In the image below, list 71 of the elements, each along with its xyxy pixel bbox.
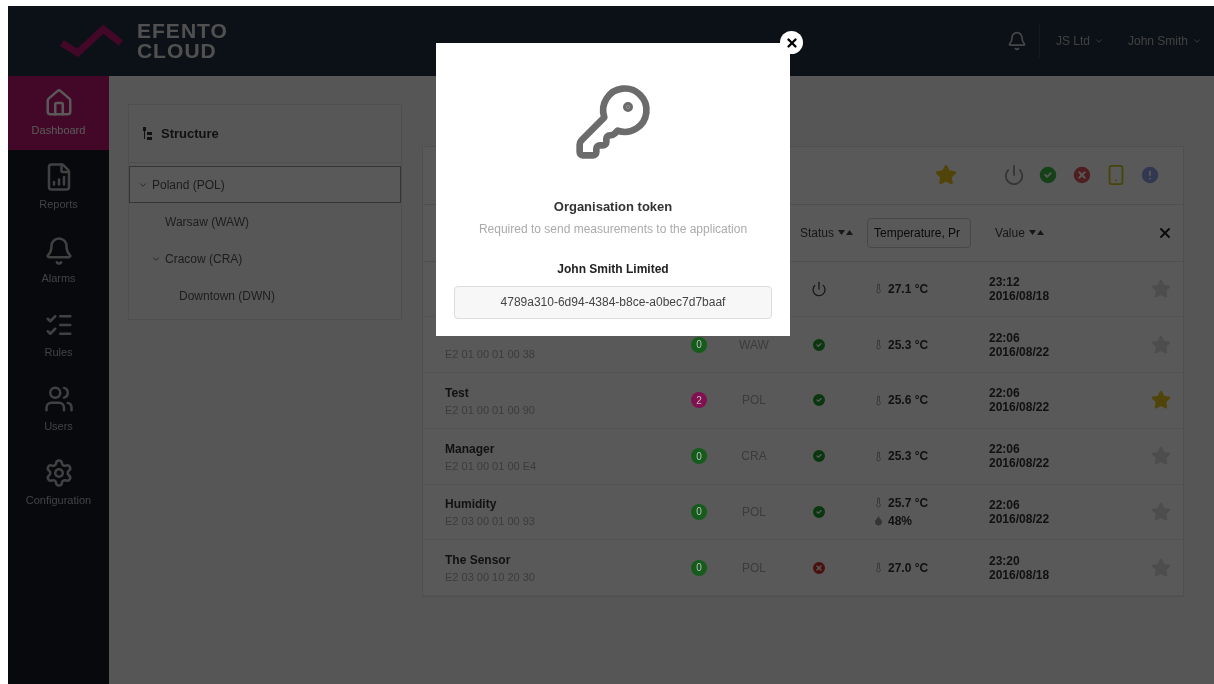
thermometer-icon [873, 283, 884, 295]
filter-field[interactable]: Temperature, Pr [867, 217, 972, 248]
alarm-count: 0 [691, 336, 707, 353]
notification-icon[interactable] [1006, 30, 1027, 52]
sort-icon [1028, 229, 1044, 236]
token-field[interactable]: 4789a310-6d94-4384-b8ce-a0bec7d7baaf [454, 285, 772, 319]
column-header[interactable]: Status [800, 223, 854, 242]
time: 22:06 [989, 497, 1021, 512]
time: 22:06 [989, 442, 1021, 457]
column-header[interactable]: Value [995, 223, 1044, 242]
star-icon[interactable] [935, 164, 957, 187]
alarm-count: 0 [691, 448, 707, 465]
date: 2016/08/22 [989, 344, 1051, 359]
measurement-value: 25.3 °C [888, 448, 929, 466]
measurement-value: 25.3 °C [888, 336, 929, 354]
logo-text: CLOUD [136, 41, 218, 61]
tree-item[interactable]: Warsaw (WAW) [129, 203, 401, 240]
thermometer-icon [873, 394, 884, 406]
measurement-value: 27.1 °C [888, 280, 929, 298]
droplet-icon [873, 515, 884, 527]
chevron-icon [1093, 36, 1104, 46]
thermometer-icon [873, 339, 884, 351]
thermometer-icon [873, 497, 884, 509]
measurement-value: 27.0 °C [888, 559, 929, 577]
alarm-count: 0 [691, 559, 707, 576]
measurement-value: 48% [888, 512, 913, 530]
check-icon [811, 336, 827, 353]
hierarchy-icon [143, 126, 153, 141]
check-icon [811, 448, 827, 465]
settings-icon [43, 457, 74, 488]
device-name: The Sensor [445, 552, 512, 570]
home-icon [43, 87, 74, 118]
check-icon[interactable] [1037, 164, 1059, 187]
sort-icon [838, 229, 854, 236]
date: 2016/08/22 [989, 456, 1051, 471]
date: 2016/08/18 [989, 567, 1051, 582]
device-name: Humidity [445, 496, 498, 514]
panel-title: Structure [161, 124, 219, 143]
nav-item[interactable]: Dashboard [8, 76, 109, 150]
measurement-value: 25.7 °C [888, 494, 929, 512]
measurement-value: 25.6 °C [888, 392, 929, 410]
tree-item[interactable]: Downtown (DWN) [129, 277, 401, 314]
device-name: Test [445, 384, 470, 402]
logo-text: EFENTO [136, 21, 228, 41]
favorite-star-icon[interactable] [1151, 390, 1171, 411]
alarm-count: 0 [691, 503, 707, 520]
dialog-title: Organisation token [553, 198, 673, 216]
organisation-name: John Smith Limited [557, 260, 669, 278]
check-icon [811, 503, 827, 520]
power-icon [811, 280, 827, 297]
thermometer-icon [873, 450, 884, 462]
time: 22:06 [989, 386, 1021, 401]
logo-icon [58, 25, 125, 57]
dialog-subtitle: Required to send measurements to the application [478, 220, 748, 238]
time: 23:12 [989, 274, 1021, 289]
close-icon [784, 35, 799, 50]
power-icon[interactable] [1003, 164, 1025, 187]
tree-item[interactable]: Poland (POL) [129, 166, 401, 203]
time: 22:06 [989, 330, 1021, 345]
time: 23:20 [989, 553, 1021, 568]
error-icon [811, 559, 827, 576]
tree-item[interactable]: Cracow (CRA) [129, 240, 401, 277]
chevron-icon [1192, 36, 1202, 46]
alarm-count: 2 [691, 392, 707, 409]
date: 2016/08/22 [989, 400, 1051, 415]
check-icon [811, 392, 827, 409]
error-icon[interactable] [1071, 164, 1093, 187]
device-name: Manager [445, 440, 496, 458]
date: 2016/08/18 [989, 288, 1051, 303]
thermometer-icon [873, 562, 884, 574]
date: 2016/08/22 [989, 511, 1051, 526]
